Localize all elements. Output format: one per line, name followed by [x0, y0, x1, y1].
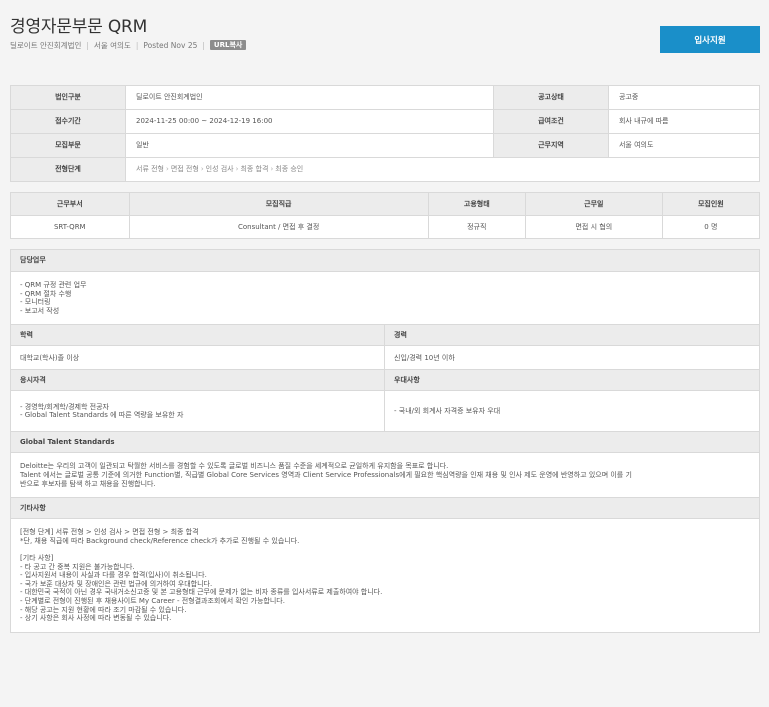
- etc-line: - 입사지원서 내용이 사실과 다를 경우 합격(입사)이 취소됩니다.: [20, 571, 207, 580]
- col-header: 모집인원: [661, 192, 761, 216]
- details-section: 담당업무 - QRM 규정 관련 업무 - QRM 절차 수행 - 모니터링 -…: [10, 249, 760, 633]
- etc-line: - 대한민국 국적이 아닌 경우 국내거소신고증 및 본 고용형태 근무에 문제…: [20, 588, 383, 597]
- table-cell: 정규직: [427, 215, 526, 239]
- etc-line: [기타 사항]: [20, 553, 54, 562]
- gts-line: Talent 에서는 글로벌 공통 기준에 의거한 Function별, 직급별…: [20, 470, 632, 479]
- education-value: 대학교(학사)졸 이상: [11, 346, 385, 370]
- posted-date: Posted Nov 25: [143, 40, 198, 50]
- section-title-etc: 기타사항: [11, 497, 759, 520]
- duty-line: - QRM 규정 관련 업무: [20, 281, 87, 289]
- stage-item: 최종 승인: [275, 165, 304, 174]
- career-value: 신입/경력 10년 이하: [394, 353, 455, 362]
- label-work-area: 근무지역: [492, 133, 609, 158]
- table-row: 접수기간 2024-11-25 00:00 ~ 2024-12-19 16:00…: [10, 109, 761, 134]
- table-cell: 0 명: [661, 215, 761, 239]
- label-period: 접수기간: [10, 109, 126, 134]
- stage-arrow-icon: ›: [200, 165, 204, 174]
- value-entity: 딜로이트 안진회계법인: [125, 85, 494, 110]
- section-body-etc: [전형 단계] 서류 전형 > 인성 검사 > 면접 전형 > 최종 합격 *단…: [11, 519, 759, 632]
- col-header: 근무일: [524, 192, 663, 216]
- label-division: 모집부문: [10, 133, 126, 158]
- section-body-gts: Deloitte는 우리의 고객이 일관되고 탁월한 서비스를 경험할 수 있도…: [11, 453, 759, 497]
- education-career-grid: 학력 경력 대학교(학사)졸 이상 신입/경력 10년 이하 응시자격 우대사항…: [11, 324, 759, 432]
- qualification-body: - 경영학/회계학/경제학 전공자 - Global Talent Standa…: [11, 391, 385, 432]
- etc-line: - 해당 공고는 지원 현황에 따라 조기 마감될 수 있습니다.: [20, 605, 187, 614]
- section-title-qualification: 응시자격: [11, 369, 385, 392]
- gts-line: 반으로 후보자를 탐색 하고 채용을 진행합니다.: [20, 479, 156, 488]
- section-title-career: 경력: [385, 324, 759, 347]
- posting-info-table: 법인구분 딜로이트 안진회계법인 공고상태 공고중 접수기간 2024-11-2…: [10, 85, 761, 182]
- apply-button[interactable]: 입사지원: [660, 26, 760, 53]
- table-row: 전형단계 서류 전형 › 면접 전형 › 인성 검사 › 최종 합격 › 최종 승인: [10, 157, 760, 182]
- etc-line: - 상기 사항은 회사 사정에 따라 변동될 수 있습니다.: [20, 614, 172, 623]
- col-header: 모집직급: [128, 192, 429, 216]
- table-row: 법인구분 딜로이트 안진회계법인 공고상태 공고중: [10, 85, 761, 110]
- value-salary: 회사 내규에 따름: [607, 109, 761, 134]
- section-body-duty: - QRM 규정 관련 업무 - QRM 절차 수행 - 모니터링 - 보고서 …: [11, 272, 759, 324]
- section-title-gts: Global Talent Standards: [11, 431, 759, 454]
- value-stages: 서류 전형 › 면접 전형 › 인성 검사 › 최종 합격 › 최종 승인: [125, 157, 760, 182]
- table-header-row: 근무부서 모집직급 고용형태 근무일 모집인원: [10, 192, 761, 216]
- posting-header: 경영자문부문 QRM 딜로이트 안진회계법인 | 서울 여의도 | Posted…: [10, 17, 760, 66]
- value-division: 일반: [125, 133, 494, 158]
- stage-item: 서류 전형: [136, 165, 164, 174]
- table-cell: Consultant / 면접 후 결정: [128, 215, 429, 239]
- section-title-preference: 우대사항: [385, 369, 759, 392]
- label-salary: 급여조건: [492, 109, 609, 134]
- etc-line: - 타 공고 간 중복 지원은 불가능합니다.: [20, 562, 135, 571]
- gts-line: Deloitte는 우리의 고객이 일관되고 탁월한 서비스를 경험할 수 있도…: [20, 462, 449, 471]
- stage-item: 최종 합격: [240, 165, 269, 174]
- stage-arrow-icon: ›: [235, 165, 239, 174]
- col-header: 근무부서: [10, 192, 130, 216]
- department-table: 근무부서 모집직급 고용형태 근무일 모집인원 SRT-QRM Consulta…: [10, 192, 761, 239]
- section-title-duty: 담당업무: [11, 250, 759, 272]
- company-name: 딜로이트 안진회계법인: [10, 40, 82, 50]
- stage-item: 면접 전형: [170, 165, 199, 174]
- label-status: 공고상태: [492, 85, 609, 110]
- col-header: 고용형태: [427, 192, 526, 216]
- copy-url-button[interactable]: URL복사: [209, 40, 247, 51]
- section-title-education: 학력: [11, 324, 385, 347]
- posting-meta: 딜로이트 안진회계법인 | 서울 여의도 | Posted Nov 25 | U…: [10, 40, 760, 51]
- page-title: 경영자문부문 QRM: [10, 17, 148, 37]
- etc-line: *단, 채용 직급에 따라 Background check/Reference…: [20, 536, 300, 545]
- job-posting-page: 경영자문부문 QRM 딜로이트 안진회계법인 | 서울 여의도 | Posted…: [0, 0, 769, 707]
- label-stages: 전형단계: [10, 157, 126, 182]
- value-status: 공고중: [607, 85, 761, 110]
- stage-arrow-icon: ›: [166, 165, 169, 174]
- etc-line-spacer: [20, 545, 750, 554]
- value-work-area: 서울 여의도: [607, 133, 761, 158]
- table-row: 모집부문 일반 근무지역 서울 여의도: [10, 133, 761, 158]
- duty-line: - QRM 절차 수행: [20, 289, 72, 298]
- meta-separator: |: [86, 40, 89, 50]
- duty-line: - 모니터링: [20, 298, 51, 307]
- value-period: 2024-11-25 00:00 ~ 2024-12-19 16:00: [125, 109, 494, 134]
- duty-line: - 보고서 작성: [20, 306, 60, 315]
- etc-line: - 단계별로 전형이 진행된 후 채용사이트 My Career - 전형결과조…: [20, 596, 285, 605]
- meta-separator: |: [202, 40, 205, 50]
- label-entity: 법인구분: [10, 85, 126, 110]
- table-cell: 면접 시 협의: [524, 215, 663, 239]
- stage-item: 인성 검사: [205, 165, 234, 174]
- location-text: 서울 여의도: [93, 40, 131, 50]
- meta-separator: |: [135, 40, 139, 50]
- etc-line: [전형 단계] 서류 전형 > 인성 검사 > 면접 전형 > 최종 합격: [20, 528, 199, 537]
- stage-arrow-icon: ›: [270, 165, 274, 174]
- table-cell: SRT-QRM: [10, 215, 130, 239]
- preference-value: - 국내/외 회계사 자격증 보유자 우대: [394, 407, 501, 416]
- table-row: SRT-QRM Consultant / 면접 후 결정 정규직 면접 시 협의…: [10, 215, 761, 239]
- qualification-line: - Global Talent Standards 에 따른 역량을 보유한 자: [20, 411, 184, 420]
